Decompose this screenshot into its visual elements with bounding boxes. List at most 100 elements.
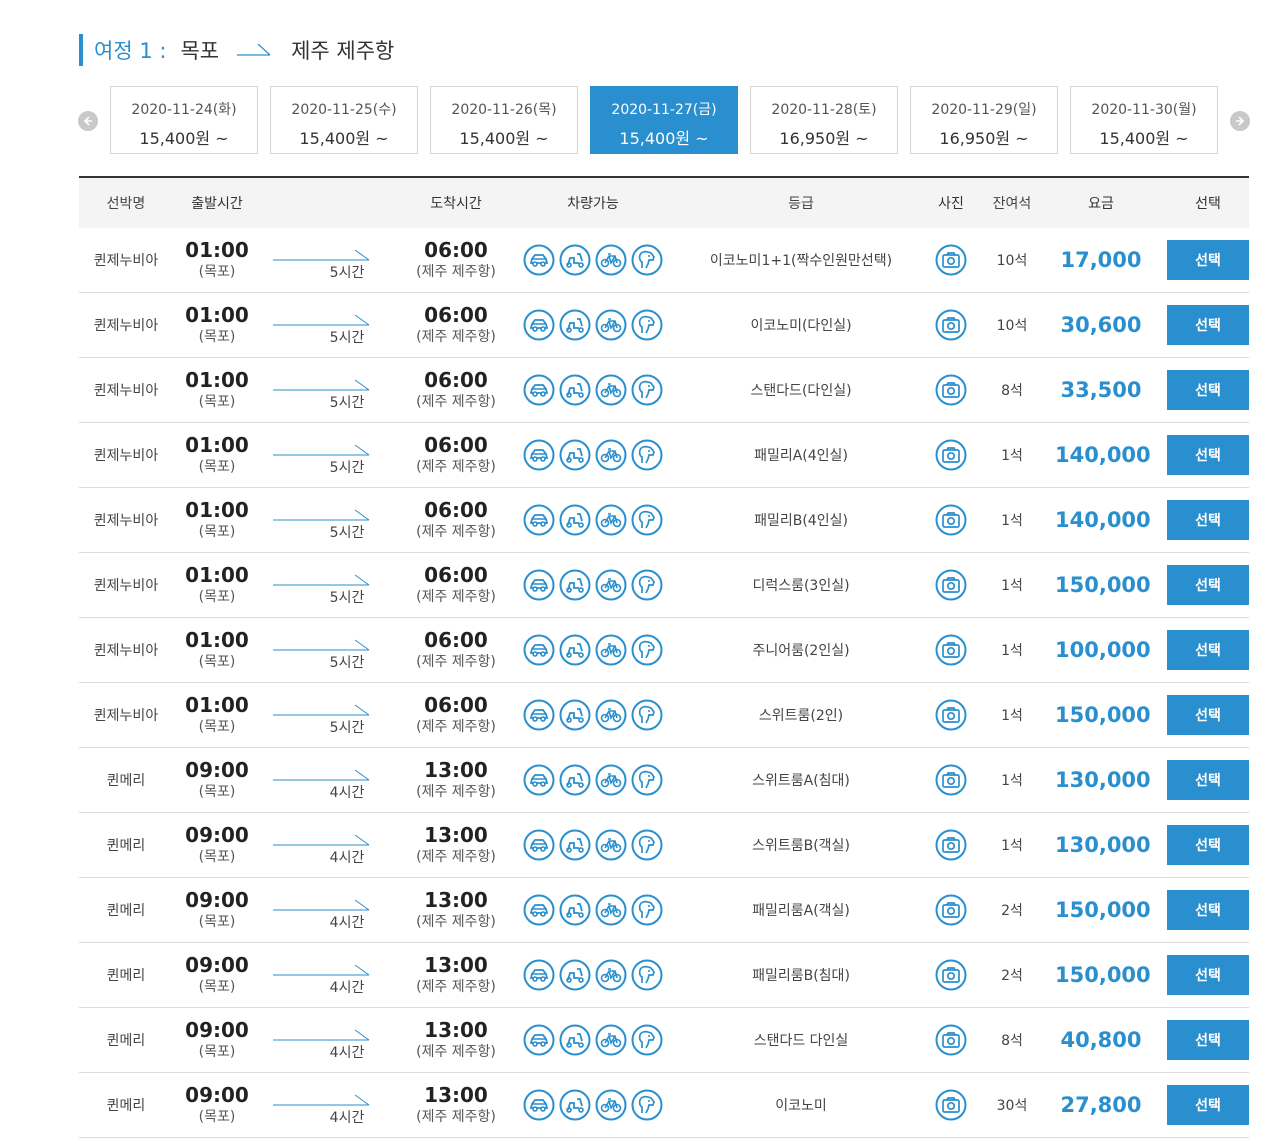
next-date-button[interactable] xyxy=(1230,111,1250,131)
photo-button[interactable] xyxy=(933,764,969,796)
motorcycle-icon xyxy=(559,244,591,276)
select-button[interactable]: 선택 xyxy=(1167,955,1249,995)
pet-icon xyxy=(631,439,663,471)
camera-icon xyxy=(935,634,967,666)
grade: 패밀리룸B(침대) xyxy=(752,968,850,984)
duration-text: 4시간 xyxy=(329,785,365,801)
departure: 01:00 (목포) xyxy=(173,628,261,672)
duration: 5시간 xyxy=(261,423,395,487)
photo-button[interactable] xyxy=(933,634,969,666)
arrival-port: (제주 제주항) xyxy=(416,1109,496,1125)
photo-button[interactable] xyxy=(933,244,969,276)
fare: 140,000 xyxy=(1055,443,1151,467)
arrival: 06:00 (제주 제주항) xyxy=(395,303,517,347)
arrival-port: (제주 제주항) xyxy=(416,849,496,865)
bicycle-icon xyxy=(595,829,627,861)
pet-icon xyxy=(631,764,663,796)
photo-button[interactable] xyxy=(933,569,969,601)
photo-button[interactable] xyxy=(933,959,969,991)
date-card[interactable]: 2020-11-30(월) 15,400원 ~ xyxy=(1070,86,1218,154)
table-row: 퀸제누비아 01:00 (목포) 5시간 06:00 (제주 제주항) 패밀리A(4인실) 1… xyxy=(79,423,1249,488)
departure-port: (목포) xyxy=(198,719,236,735)
pet-icon xyxy=(631,894,663,926)
date-card[interactable]: 2020-11-24(화) 15,400원 ~ xyxy=(110,86,258,154)
table-row: 퀸제누비아 01:00 (목포) 5시간 06:00 (제주 제주항) 디럭스룸(3인실) 1… xyxy=(79,553,1249,618)
arrival: 06:00 (제주 제주항) xyxy=(395,238,517,282)
departure-time: 01:00 xyxy=(185,433,249,457)
date-card[interactable]: 2020-11-26(목) 15,400원 ~ xyxy=(430,86,578,154)
grade: 패밀리B(4인실) xyxy=(754,513,848,529)
duration: 4시간 xyxy=(261,1073,395,1137)
remaining-seats: 1석 xyxy=(1001,513,1023,529)
select-button[interactable]: 선택 xyxy=(1167,435,1249,475)
arrival: 06:00 (제주 제주항) xyxy=(395,563,517,607)
photo-button[interactable] xyxy=(933,309,969,341)
photo-button[interactable] xyxy=(933,829,969,861)
photo-button[interactable] xyxy=(933,439,969,471)
select-button[interactable]: 선택 xyxy=(1167,760,1249,800)
departure-time: 01:00 xyxy=(185,498,249,522)
select-button[interactable]: 선택 xyxy=(1167,500,1249,540)
car-icon xyxy=(523,1089,555,1121)
photo-button[interactable] xyxy=(933,699,969,731)
photo-button[interactable] xyxy=(933,1089,969,1121)
arrival: 13:00 (제주 제주항) xyxy=(395,1083,517,1127)
select-button[interactable]: 선택 xyxy=(1167,305,1249,345)
motorcycle-icon xyxy=(559,439,591,471)
camera-icon xyxy=(935,764,967,796)
select-button[interactable]: 선택 xyxy=(1167,890,1249,930)
select-button[interactable]: 선택 xyxy=(1167,825,1249,865)
date-card[interactable]: 2020-11-25(수) 15,400원 ~ xyxy=(270,86,418,154)
table-row: 퀸메리 09:00 (목포) 4시간 13:00 (제주 제주항) 패밀리룸B(침대) 2석 1… xyxy=(79,943,1249,1008)
date-card[interactable]: 2020-11-28(토) 16,950원 ~ xyxy=(750,86,898,154)
photo-button[interactable] xyxy=(933,1024,969,1056)
fare: 150,000 xyxy=(1055,703,1151,727)
grade: 이코노미(다인실) xyxy=(750,318,852,334)
select-cell: 선택 xyxy=(1147,565,1249,605)
photo-button[interactable] xyxy=(933,374,969,406)
pet-icon xyxy=(631,829,663,861)
fare: 30,600 xyxy=(1060,313,1142,337)
ship-name: 퀸메리 xyxy=(106,773,146,789)
select-button[interactable]: 선택 xyxy=(1167,240,1249,280)
car-icon xyxy=(523,439,555,471)
pet-icon xyxy=(631,959,663,991)
departure-time: 01:00 xyxy=(185,303,249,327)
select-button[interactable]: 선택 xyxy=(1167,370,1249,410)
select-button[interactable]: 선택 xyxy=(1167,1020,1249,1060)
departure-time: 09:00 xyxy=(185,758,249,782)
select-button[interactable]: 선택 xyxy=(1167,630,1249,670)
departure: 09:00 (목포) xyxy=(173,823,261,867)
remaining-seats: 10석 xyxy=(996,253,1028,269)
table-header: 선박명 출발시간 도착시간 차량가능 등급 사진 잔여석 요금 선택 xyxy=(79,176,1249,228)
select-cell: 선택 xyxy=(1147,500,1249,540)
prev-date-button[interactable] xyxy=(78,111,98,131)
duration-text: 5시간 xyxy=(329,330,365,346)
ship-name: 퀸제누비아 xyxy=(93,643,159,659)
chevron-right-icon xyxy=(1236,116,1245,126)
date-card[interactable]: 2020-11-29(일) 16,950원 ~ xyxy=(910,86,1058,154)
arrival-time: 06:00 xyxy=(424,303,488,327)
duration-text: 5시간 xyxy=(329,265,365,281)
arrival-port: (제주 제주항) xyxy=(416,524,496,540)
select-cell: 선택 xyxy=(1147,890,1249,930)
route-arrow-icon xyxy=(273,314,370,326)
schedule-table: 선박명 출발시간 도착시간 차량가능 등급 사진 잔여석 요금 선택 퀸제누비아… xyxy=(79,176,1249,1138)
date-card-date: 2020-11-26(목) xyxy=(451,102,557,118)
select-button[interactable]: 선택 xyxy=(1167,1085,1249,1125)
photo-button[interactable] xyxy=(933,504,969,536)
ship-name: 퀸제누비아 xyxy=(93,708,159,724)
departure: 09:00 (목포) xyxy=(173,953,261,997)
camera-icon xyxy=(935,1024,967,1056)
remaining-seats: 2석 xyxy=(1001,903,1023,919)
car-icon xyxy=(523,309,555,341)
arrival-port: (제주 제주항) xyxy=(416,784,496,800)
select-button[interactable]: 선택 xyxy=(1167,695,1249,735)
departure: 09:00 (목포) xyxy=(173,1083,261,1127)
date-card[interactable]: 2020-11-27(금) 15,400원 ~ xyxy=(590,86,738,154)
bicycle-icon xyxy=(595,894,627,926)
select-button[interactable]: 선택 xyxy=(1167,565,1249,605)
photo-button[interactable] xyxy=(933,894,969,926)
car-icon xyxy=(523,244,555,276)
chevron-left-icon xyxy=(83,116,92,126)
